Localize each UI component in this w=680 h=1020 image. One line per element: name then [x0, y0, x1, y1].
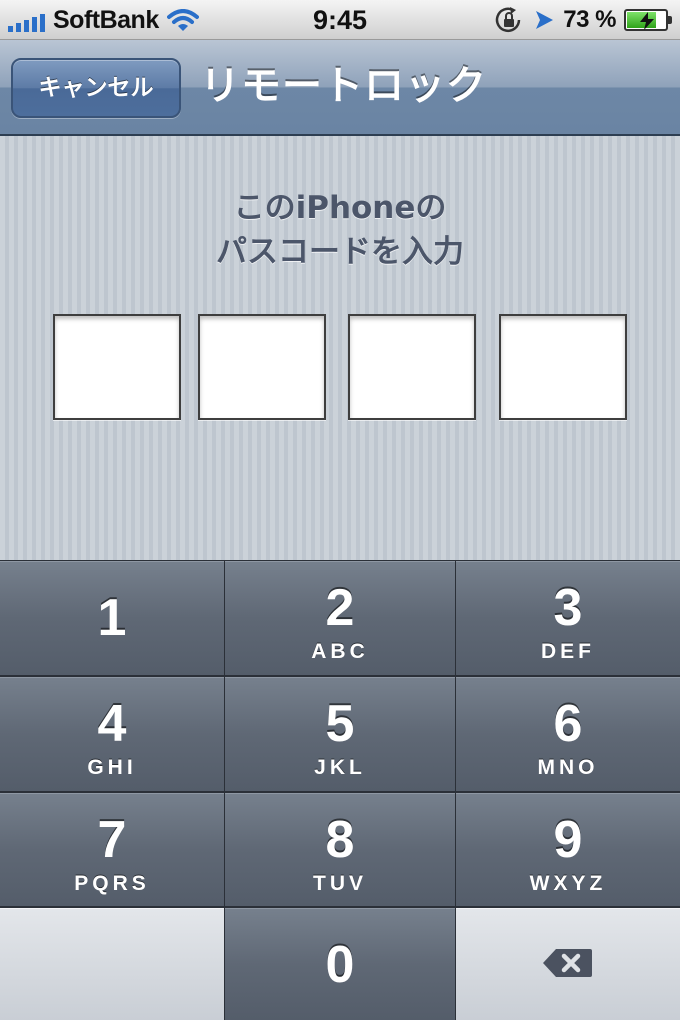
- key-0[interactable]: 0: [225, 908, 455, 1020]
- passcode-digit-box-2[interactable]: [198, 314, 326, 420]
- key-9-letters: WXYZ: [529, 872, 607, 895]
- key-blank: [0, 908, 224, 1020]
- key-5-digit: 5: [325, 695, 355, 753]
- key-8-letters: TUV: [313, 872, 367, 895]
- key-9-digit: 9: [553, 811, 583, 869]
- key-3-digit: 3: [553, 579, 583, 637]
- passcode-panel: このiPhoneの パスコードを入力: [0, 136, 680, 560]
- key-3[interactable]: 3 DEF: [456, 561, 680, 675]
- passcode-digit-box-4[interactable]: [499, 314, 627, 420]
- key-7-letters: PQRS: [74, 872, 150, 895]
- delete-key[interactable]: [456, 908, 680, 1020]
- key-2-digit: 2: [325, 579, 355, 637]
- navigation-bar: キャンセル リモートロック: [0, 40, 680, 136]
- battery-percent: 73 %: [563, 6, 616, 33]
- key-0-digit: 0: [325, 936, 355, 994]
- key-5-letters: JKL: [314, 756, 366, 779]
- cancel-button[interactable]: キャンセル: [11, 58, 181, 118]
- passcode-digit-box-3[interactable]: [348, 314, 476, 420]
- key-4-letters: GHI: [87, 756, 137, 779]
- key-4[interactable]: 4 GHI: [0, 677, 224, 791]
- key-6[interactable]: 6 MNO: [456, 677, 680, 791]
- key-8[interactable]: 8 TUV: [225, 793, 455, 906]
- key-2[interactable]: 2 ABC: [225, 561, 455, 675]
- key-7-digit: 7: [97, 811, 127, 869]
- key-1[interactable]: 1: [0, 561, 224, 675]
- key-8-digit: 8: [325, 811, 355, 869]
- passcode-digit-box-1[interactable]: [53, 314, 181, 420]
- location-arrow-icon: [536, 11, 554, 29]
- key-6-digit: 6: [553, 695, 583, 753]
- battery-charging-icon: [624, 9, 672, 31]
- rotation-lock-icon: [496, 7, 521, 33]
- status-right: 73 %: [493, 0, 672, 40]
- page-title: リモートロック: [200, 63, 487, 109]
- passcode-prompt-line2: パスコードを入力: [216, 234, 464, 270]
- key-2-letters: ABC: [311, 640, 369, 663]
- key-1-digit: 1: [97, 589, 127, 647]
- numeric-keypad: 1 2 ABC 3 DEF 4 GHI 5 JKL 6 MNO 7 PQRS 8…: [0, 560, 680, 1020]
- backspace-icon: [543, 949, 592, 977]
- key-6-letters: MNO: [537, 756, 599, 779]
- key-5[interactable]: 5 JKL: [225, 677, 455, 791]
- key-7[interactable]: 7 PQRS: [0, 793, 224, 906]
- status-bar: SoftBank 9:45 73 %: [0, 0, 680, 40]
- key-3-letters: DEF: [541, 640, 595, 663]
- passcode-prompt-line1: このiPhoneの: [233, 190, 447, 226]
- key-4-digit: 4: [97, 695, 127, 753]
- key-9[interactable]: 9 WXYZ: [456, 793, 680, 906]
